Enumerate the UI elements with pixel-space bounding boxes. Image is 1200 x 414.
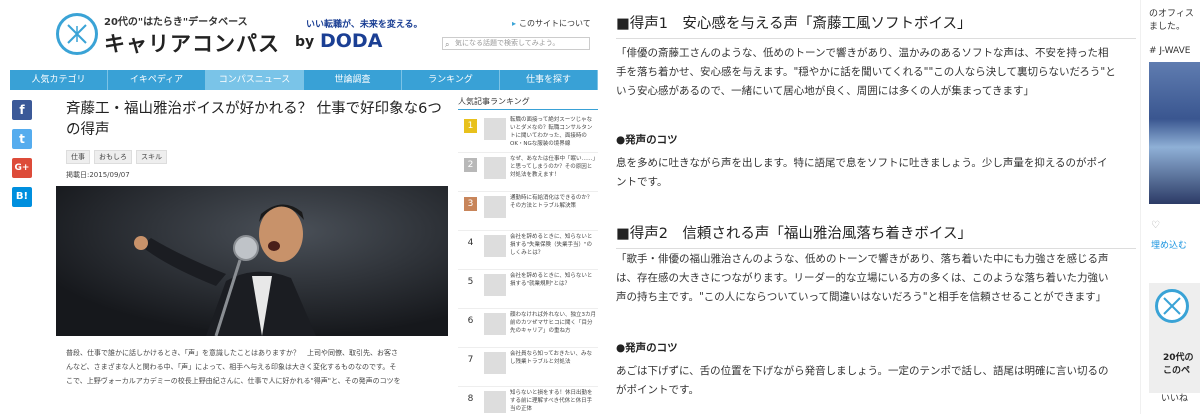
rank-title[interactable]: 知らないと損をする！休日出勤をする前に理解すべき代休と休日手当の正体 [510, 389, 596, 414]
rank-number: 5 [467, 277, 474, 287]
search-icon: ⌕ [445, 40, 450, 49]
twitter-share-button[interactable]: t [12, 129, 32, 149]
rank-number: 4 [467, 238, 474, 248]
body-line-2: んなど、さまざまな人と関わる中、「声」によって、相手へ与える印象は大きく変化する… [66, 363, 397, 371]
rank-number: 8 [467, 394, 474, 404]
nav-item-compass-news[interactable]: コンパスニュース [206, 70, 304, 90]
tag-skill[interactable]: スキル [136, 150, 167, 164]
facebook-share-button[interactable]: f [12, 100, 32, 120]
ranking-item[interactable]: 2 なぜ、あなたは仕事中「眠い……」と思ってしまうのか？その原因と対処法を教えま… [458, 153, 598, 192]
section-heading-1: ■得声1 安心感を与える声「斎藤工風ソフトボイス」 [616, 12, 1136, 39]
logo-tagline: 20代の"はたらき"データベース [104, 17, 248, 28]
ranking-item[interactable]: 6 顔わなければ外れない、独立3カ月前のカツぜマサヒコに聞く「目分先のキャリア」… [458, 309, 598, 348]
rank-title[interactable]: 会社を辞めるときに、知らないと損する"就業規則"とは？ [510, 272, 596, 306]
section-paragraph-2: 「歌手・俳優の福山雅治さんのような、低めのトーンで響きがあり、落ち着いた中にも力… [616, 253, 1109, 303]
voice-tip-label-1: ●発声のコツ [616, 134, 678, 146]
rank-title[interactable]: 通勤時に有給消化はできるのか？ その方法とトラブル解決策 [510, 194, 596, 228]
section-heading-2: ■得声2 信頼される声「福山雅治風落ち着きボイス」 [616, 222, 1136, 249]
logo-title[interactable]: キャリアコンパス [104, 28, 280, 58]
voice-tip-label-2: ●発声のコツ [616, 342, 678, 354]
rank-number: 2 [464, 158, 477, 172]
nav-item-find-job[interactable]: 仕事を探す [500, 70, 598, 90]
doda-logo[interactable]: DODA [320, 30, 382, 52]
rank-thumbnail[interactable] [484, 391, 506, 413]
hashtag-link[interactable]: # J-WAVE [1149, 46, 1190, 56]
publish-date: 掲載日:2015/09/07 [66, 171, 130, 179]
ranking-item[interactable]: 1 転職の面接って絶対スーツじゃないとダメなの？転職コンサルタントに聞いてわかっ… [458, 114, 598, 153]
rank-title[interactable]: 転職の面接って絶対スーツじゃないとダメなの？転職コンサルタントに聞いてわかった、… [510, 116, 596, 150]
rank-number: 7 [467, 355, 474, 365]
rank-thumbnail[interactable] [484, 313, 506, 335]
side-text: のオフィス ました。 [1149, 8, 1194, 34]
hatena-bookmark-button[interactable]: B! [12, 187, 32, 207]
article-hero-image [56, 186, 448, 336]
like-button[interactable]: いいね [1161, 391, 1188, 404]
ranking-list: 1 転職の面接って絶対スーツじゃないとダメなの？転職コンサルタントに聞いてわかっ… [458, 114, 598, 414]
site-screenshot: 20代の"はたらき"データベース キャリアコンパス いい転職が、未来を変える。 … [0, 0, 598, 414]
rank-number: 3 [464, 197, 477, 211]
tag-fun[interactable]: おもしろ [94, 150, 132, 164]
compass-logo-icon[interactable] [56, 13, 98, 55]
ranking-item[interactable]: 7 会社員なら知っておきたい、みなし残業トラブルと対処法 [458, 348, 598, 387]
rank-thumbnail[interactable] [484, 118, 506, 140]
share-buttons: f t G+ B! [12, 100, 36, 216]
side-crop-panel: のオフィス ました。 # J-WAVE ♡ 埋め込む 20代の このペ いいね [1140, 0, 1200, 414]
search-placeholder: 気になる話題で検索してみよう。 [455, 39, 560, 47]
ranking-item[interactable]: 5 会社を辞めるときに、知らないと損する"就業規則"とは？ [458, 270, 598, 309]
nav-item-ranking[interactable]: ランキング [402, 70, 500, 90]
side-text-line-1: のオフィス [1149, 9, 1194, 19]
logo-slogan: いい転職が、未来を変える。 [306, 20, 423, 30]
nav-item-popular-category[interactable]: 人気カテゴリ [10, 70, 108, 90]
embedded-photo[interactable] [1149, 62, 1200, 204]
link-card[interactable] [1149, 283, 1200, 393]
rank-title[interactable]: なぜ、あなたは仕事中「眠い……」と思ってしまうのか？その原因と対処法を教えます！ [510, 155, 596, 189]
nav-item-ikipedia[interactable]: イキペディア [108, 70, 206, 90]
heart-icon[interactable]: ♡ [1151, 220, 1160, 231]
ranking-item[interactable]: 8 知らないと損をする！休日出勤をする前に理解すべき代休と休日手当の正体 [458, 387, 598, 414]
rank-thumbnail[interactable] [484, 235, 506, 257]
about-site-link[interactable]: このサイトについて [512, 18, 591, 29]
embed-link[interactable]: 埋め込む [1151, 238, 1187, 251]
site-search-input[interactable]: ⌕ 気になる話題で検索してみよう。 [442, 37, 590, 50]
voice-tip-2: あごは下げずに、舌の位置を下げながら発音しましょう。一定のテンポで話し、語尾は明… [616, 365, 1109, 396]
side-text-line-2: ました。 [1149, 22, 1186, 32]
rank-thumbnail[interactable] [484, 196, 506, 218]
tag-work[interactable]: 仕事 [66, 150, 90, 164]
article-title: 斉藤工・福山雅治ボイスが好かれる？ 仕事で好印象な6つの得声 [66, 101, 442, 138]
google-plus-share-button[interactable]: G+ [12, 158, 32, 178]
voice-tip-1: 息を多めに吐きながら声を出します。特に語尾で息をソフトに吐きましょう。少し声量を… [616, 157, 1108, 188]
nav-item-poll[interactable]: 世論調査 [304, 70, 402, 90]
rank-thumbnail[interactable] [484, 352, 506, 374]
rank-thumbnail[interactable] [484, 274, 506, 296]
rank-title[interactable]: 顔わなければ外れない、独立3カ月前のカツぜマサヒコに聞く「目分先のキャリア」の重… [510, 311, 596, 345]
section-paragraph-1: 「俳優の斎藤工さんのような、低めのトーンで響きがあり、温かみのあるソフトな声は、… [616, 47, 1116, 97]
article-tags: 仕事 おもしろ スキル [66, 150, 167, 164]
article-body: 普段、仕事で誰かに話しかけるとき、「声」を意識したことはありますか？ 上司や同僚… [66, 346, 454, 388]
link-card-subtitle[interactable]: このペ [1163, 363, 1190, 376]
link-card-title[interactable]: 20代の [1163, 350, 1194, 363]
ranking-item[interactable]: 3 通勤時に有給消化はできるのか？ その方法とトラブル解決策 [458, 192, 598, 231]
rank-number: 1 [464, 119, 477, 133]
rank-title[interactable]: 会社員なら知っておきたい、みなし残業トラブルと対処法 [510, 350, 596, 384]
ranking-title: 人気記事ランキング [458, 96, 598, 110]
rank-title[interactable]: 会社を辞めるときに、知らないと損する"失業保険（失業手当）"のしくみとは？ [510, 233, 596, 267]
rank-thumbnail[interactable] [484, 157, 506, 179]
body-line-3: こで、上野ヴォーカルアカデミーの校長上野由紀さんに、仕事で人に好かれる"得声"と… [66, 377, 401, 385]
ranking-sidebar: 人気記事ランキング 1 転職の面接って絶対スーツじゃないとダメなの？転職コンサル… [458, 96, 598, 414]
body-line-1: 普段、仕事で誰かに話しかけるとき、「声」を意識したことはありますか？ 上司や同僚… [66, 349, 399, 357]
article-text-panel: ■得声1 安心感を与える声「斎藤工風ソフトボイス」 「俳優の斎藤工さんのような、… [598, 0, 1140, 414]
compass-logo-icon [1155, 289, 1189, 323]
site-header: 20代の"はたらき"データベース キャリアコンパス いい転職が、未来を変える。 … [0, 0, 598, 68]
rank-number: 6 [467, 316, 474, 326]
logo-by: by [295, 34, 315, 50]
ranking-item[interactable]: 4 会社を辞めるときに、知らないと損する"失業保険（失業手当）"のしくみとは？ [458, 231, 598, 270]
main-nav: 人気カテゴリ イキペディア コンパスニュース 世論調査 ランキング 仕事を探す [10, 70, 598, 90]
